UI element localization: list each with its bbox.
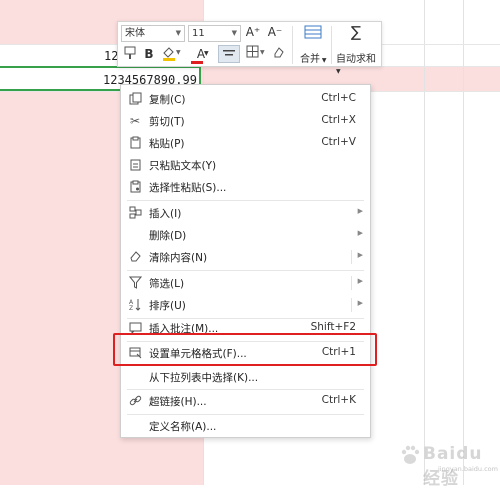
autosum-icon[interactable]: ∑ bbox=[348, 23, 364, 41]
toolbar-separator bbox=[331, 26, 332, 64]
chevron-down-icon: ▼ bbox=[204, 50, 209, 57]
svg-text:▼: ▼ bbox=[176, 49, 181, 56]
merge-cells-icon[interactable] bbox=[303, 24, 323, 45]
font-size-select[interactable]: 11 ▼ bbox=[188, 25, 241, 42]
menu-item-shortcut: Ctrl+X bbox=[321, 114, 356, 126]
shrink-font-button[interactable]: A⁻ bbox=[267, 23, 283, 41]
watermark: Baidu经验 jingyan.baidu.com bbox=[383, 440, 498, 489]
menu-item-label: 插入(I) bbox=[149, 208, 182, 220]
menu-item-delete[interactable]: 删除(D) ▶ bbox=[121, 224, 370, 246]
menu-item-cut[interactable]: ✂ 剪切(T) Ctrl+X bbox=[121, 110, 370, 132]
menu-item-define-name[interactable]: 定义名称(A)... bbox=[121, 415, 370, 437]
menu-item-copy[interactable]: 复制(C) Ctrl+C bbox=[121, 88, 370, 110]
autosum-button[interactable]: 自动求和 ▼ bbox=[336, 50, 381, 76]
format-painter-icon[interactable] bbox=[122, 46, 138, 65]
menu-item-clear[interactable]: 清除内容(N) ▶ bbox=[121, 246, 370, 268]
menu-item-shortcut: Shift+F2 bbox=[310, 321, 356, 333]
chevron-down-icon: ▼ bbox=[175, 29, 181, 37]
menu-divider bbox=[127, 270, 364, 271]
font-size-value: 11 bbox=[192, 28, 205, 39]
font-name-select[interactable]: 宋体 ▼ bbox=[121, 25, 185, 42]
font-name-value: 宋体 bbox=[125, 28, 145, 39]
menu-item-label: 粘贴(P) bbox=[149, 138, 185, 150]
menu-item-sort[interactable]: AZ 排序(U) ▶ bbox=[121, 294, 370, 316]
chevron-down-icon: ▼ bbox=[320, 57, 327, 64]
chevron-right-icon[interactable]: ▶ bbox=[358, 277, 363, 285]
grow-font-button[interactable]: A⁺ bbox=[245, 23, 261, 41]
menu-item-shortcut: Ctrl+V bbox=[321, 136, 356, 148]
submenu-separator bbox=[351, 298, 352, 312]
menu-item-label: 筛选(L) bbox=[149, 278, 185, 290]
mini-toolbar: 宋体 ▼ 11 ▼ A⁺ A⁻ B ▼ A ▼ ▼ 合并 ▼ ∑ 自动求和 ▼ bbox=[117, 21, 382, 75]
border-button[interactable]: ▼ bbox=[245, 45, 267, 64]
menu-item-shortcut: Ctrl+C bbox=[321, 92, 356, 104]
watermark-subtext: jingyan.baidu.com bbox=[438, 465, 498, 473]
align-button[interactable] bbox=[218, 45, 240, 63]
menu-item-insert[interactable]: 插入(I) ▶ bbox=[121, 202, 370, 224]
chevron-right-icon: ▶ bbox=[357, 229, 363, 237]
merge-label: 合并 bbox=[300, 54, 320, 65]
menu-item-label: 只粘贴文本(Y) bbox=[149, 160, 217, 172]
menu-item-paste-special[interactable]: 选择性粘贴(S)... bbox=[121, 176, 370, 198]
submenu-separator bbox=[351, 250, 352, 264]
menu-item-label: 定义名称(A)... bbox=[149, 421, 217, 433]
menu-item-label: 清除内容(N) bbox=[149, 252, 208, 264]
paste-special-icon bbox=[128, 180, 142, 194]
context-menu: 复制(C) Ctrl+C ✂ 剪切(T) Ctrl+X 粘贴(P) Ctrl+V… bbox=[120, 84, 371, 438]
scissors-icon: ✂ bbox=[129, 114, 141, 128]
autosum-label: 自动求和 bbox=[336, 54, 376, 65]
menu-item-filter[interactable]: 筛选(L) ▶ bbox=[121, 272, 370, 294]
menu-item-label: 超链接(H)... bbox=[149, 396, 207, 408]
chevron-right-icon[interactable]: ▶ bbox=[358, 299, 363, 307]
svg-text:▼: ▼ bbox=[260, 49, 265, 56]
menu-item-shortcut: Ctrl+K bbox=[321, 394, 356, 406]
menu-item-hyperlink[interactable]: 超链接(H)... Ctrl+K bbox=[121, 390, 370, 412]
clear-icon bbox=[128, 250, 142, 264]
chevron-right-icon[interactable]: ▶ bbox=[358, 251, 363, 259]
copy-icon bbox=[128, 92, 142, 106]
menu-item-label: 排序(U) bbox=[149, 300, 186, 312]
menu-item-label: 删除(D) bbox=[149, 230, 187, 242]
menu-item-label: 从下拉列表中选择(K)... bbox=[149, 372, 259, 384]
filter-icon bbox=[128, 276, 142, 290]
svg-text:Z: Z bbox=[129, 305, 133, 311]
menu-item-label: 复制(C) bbox=[149, 94, 186, 106]
highlight-box bbox=[113, 333, 377, 366]
insert-icon bbox=[128, 206, 142, 220]
submenu-separator bbox=[351, 276, 352, 290]
menu-item-pick-from-list[interactable]: 从下拉列表中选择(K)... bbox=[121, 366, 370, 388]
menu-divider bbox=[127, 200, 364, 201]
font-color-button[interactable]: A ▼ bbox=[190, 45, 212, 64]
bold-button[interactable]: B bbox=[142, 45, 156, 63]
paste-icon bbox=[128, 136, 142, 150]
paste-text-icon bbox=[128, 158, 142, 172]
menu-item-label: 选择性粘贴(S)... bbox=[149, 182, 227, 194]
eraser-icon[interactable] bbox=[270, 45, 288, 64]
sort-icon: AZ bbox=[128, 298, 142, 312]
column-divider bbox=[424, 0, 425, 485]
font-color-swatch bbox=[191, 61, 203, 64]
paw-logo-icon bbox=[401, 445, 420, 464]
link-icon bbox=[128, 394, 142, 408]
toolbar-separator bbox=[292, 26, 293, 64]
menu-item-paste[interactable]: 粘贴(P) Ctrl+V bbox=[121, 132, 370, 154]
fill-color-button[interactable]: ▼ bbox=[160, 45, 182, 66]
menu-item-paste-text[interactable]: 只粘贴文本(Y) bbox=[121, 154, 370, 176]
chevron-down-icon: ▼ bbox=[231, 29, 237, 37]
chevron-right-icon: ▶ bbox=[357, 207, 363, 215]
menu-item-label: 剪切(T) bbox=[149, 116, 185, 128]
chevron-down-icon: ▼ bbox=[336, 68, 341, 75]
merge-button[interactable]: 合并 ▼ bbox=[300, 50, 327, 65]
column-divider bbox=[463, 0, 464, 485]
